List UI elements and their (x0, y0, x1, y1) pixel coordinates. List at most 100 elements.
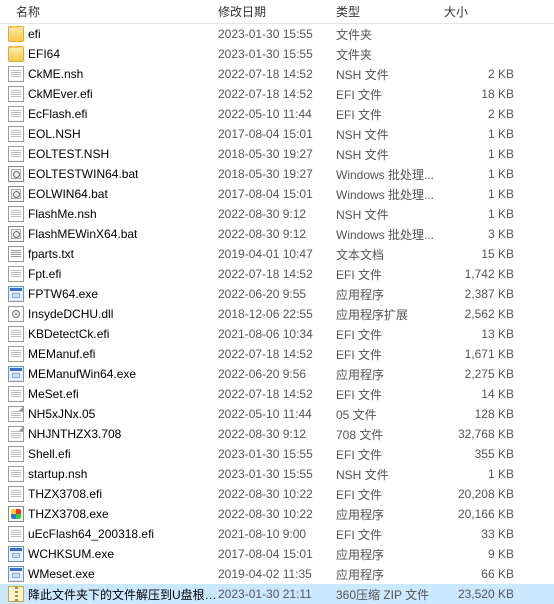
column-header-size[interactable]: 大小 (444, 0, 524, 24)
cell-type: EFI 文件 (336, 106, 444, 123)
table-row[interactable]: EFI642023-01-30 15:55文件夹 (0, 44, 554, 64)
cell-date: 2022-07-18 14:52 (218, 87, 336, 101)
cell-type: EFI 文件 (336, 346, 444, 363)
table-row[interactable]: fparts.txt 2019-04-01 10:47文本文档15 KB (0, 244, 554, 264)
table-row[interactable]: 降此文件夹下的文件解压到U盘根目录.zip2023-01-30 21:11360… (0, 584, 554, 604)
txt-icon (8, 246, 24, 262)
table-row[interactable]: NHJNTHZX3.7082022-08-30 9:12708 文件32,768… (0, 424, 554, 444)
table-row[interactable]: EOLTESTWIN64.bat2018-05-30 19:27Windows … (0, 164, 554, 184)
column-header-name[interactable]: 名称 (8, 0, 218, 24)
cell-name: InsydeDCHU.dll (8, 306, 218, 322)
cell-type: Windows 批处理... (336, 226, 444, 243)
file-name-label: MeSet.efi (28, 387, 79, 401)
cell-type: EFI 文件 (336, 526, 444, 543)
cell-name: efi (8, 26, 218, 42)
cell-name: MEManufWin64.exe (8, 366, 218, 382)
cell-date: 2022-08-30 10:22 (218, 487, 336, 501)
efi-icon (8, 386, 24, 402)
cell-name: THZX3708.exe (8, 506, 218, 522)
cell-size: 2,275 KB (444, 367, 524, 381)
folder-icon (8, 46, 24, 62)
table-row[interactable]: KBDetectCk.efi2021-08-06 10:34EFI 文件13 K… (0, 324, 554, 344)
nsh-icon (8, 206, 24, 222)
file-name-label: CkME.nsh (28, 67, 83, 81)
cell-date: 2022-06-20 9:56 (218, 367, 336, 381)
cell-size: 1 KB (444, 167, 524, 181)
cell-type: 文本文档 (336, 246, 444, 263)
cell-name: CkME.nsh (8, 66, 218, 82)
cell-size: 128 KB (444, 407, 524, 421)
cell-size: 355 KB (444, 447, 524, 461)
cell-name: Fpt.efi (8, 266, 218, 282)
table-row[interactable]: MeSet.efi2022-07-18 14:52EFI 文件14 KB (0, 384, 554, 404)
table-row[interactable]: startup.nsh2023-01-30 15:55NSH 文件1 KB (0, 464, 554, 484)
file-name-label: EOLWIN64.bat (28, 187, 108, 201)
cell-type: 应用程序 (336, 286, 444, 303)
bat-icon (8, 166, 24, 182)
table-row[interactable]: Fpt.efi2022-07-18 14:52EFI 文件1,742 KB (0, 264, 554, 284)
cell-type: EFI 文件 (336, 266, 444, 283)
table-row[interactable]: EOLWIN64.bat2017-08-04 15:01Windows 批处理.… (0, 184, 554, 204)
table-row[interactable]: Shell.efi2023-01-30 15:55EFI 文件355 KB (0, 444, 554, 464)
cell-name: THZX3708.efi (8, 486, 218, 502)
cell-name: EOLTESTWIN64.bat (8, 166, 218, 182)
cell-type: 360压缩 ZIP 文件 (336, 586, 444, 603)
cell-name: EFI64 (8, 46, 218, 62)
table-row[interactable]: EOLTEST.NSH2018-05-30 19:27NSH 文件1 KB (0, 144, 554, 164)
cell-date: 2022-05-10 11:44 (218, 407, 336, 421)
table-row[interactable]: FlashMEWinX64.bat2022-08-30 9:12Windows … (0, 224, 554, 244)
cell-date: 2017-08-04 15:01 (218, 187, 336, 201)
file-name-label: fparts.txt (28, 247, 74, 261)
cell-size: 1,742 KB (444, 267, 524, 281)
table-row[interactable]: CkME.nsh2022-07-18 14:52NSH 文件2 KB (0, 64, 554, 84)
efi-icon (8, 266, 24, 282)
cell-date: 2019-04-02 11:35 (218, 567, 336, 581)
cell-name: Shell.efi (8, 446, 218, 462)
cell-type: 文件夹 (336, 46, 444, 63)
cell-date: 2022-08-30 9:12 (218, 207, 336, 221)
cell-type: 05 文件 (336, 406, 444, 423)
table-row[interactable]: NH5xJNx.052022-05-10 11:4405 文件128 KB (0, 404, 554, 424)
cell-date: 2021-08-06 10:34 (218, 327, 336, 341)
table-row[interactable]: FlashMe.nsh2022-08-30 9:12NSH 文件1 KB (0, 204, 554, 224)
column-header-type[interactable]: 类型 (336, 0, 444, 24)
table-row[interactable]: InsydeDCHU.dll2018-12-06 22:55应用程序扩展2,56… (0, 304, 554, 324)
table-row[interactable]: THZX3708.efi2022-08-30 10:22EFI 文件20,208… (0, 484, 554, 504)
table-row[interactable]: THZX3708.exe2022-08-30 10:22应用程序20,166 K… (0, 504, 554, 524)
exe-icon (8, 566, 24, 582)
table-row[interactable]: efi2023-01-30 15:55文件夹 (0, 24, 554, 44)
table-row[interactable]: EOL.NSH2017-08-04 15:01NSH 文件1 KB (0, 124, 554, 144)
file-name-label: efi (28, 27, 41, 41)
cell-name: uEcFlash64_200318.efi (8, 526, 218, 542)
nsh-icon (8, 466, 24, 482)
cell-date: 2023-01-30 21:11 (218, 587, 336, 601)
efi-icon (8, 486, 24, 502)
table-row[interactable]: FPTW64.exe2022-06-20 9:55应用程序2,387 KB (0, 284, 554, 304)
cell-name: EcFlash.efi (8, 106, 218, 122)
table-row[interactable]: CkMEver.efi2022-07-18 14:52EFI 文件18 KB (0, 84, 554, 104)
cell-date: 2022-07-18 14:52 (218, 347, 336, 361)
table-row[interactable]: uEcFlash64_200318.efi2021-08-10 9:00EFI … (0, 524, 554, 544)
table-row[interactable]: MEManuf.efi2022-07-18 14:52EFI 文件1,671 K… (0, 344, 554, 364)
cell-date: 2018-05-30 19:27 (218, 147, 336, 161)
table-row[interactable]: WMeset.exe2019-04-02 11:35应用程序66 KB (0, 564, 554, 584)
cell-size: 1 KB (444, 147, 524, 161)
table-row[interactable]: MEManufWin64.exe2022-06-20 9:56应用程序2,275… (0, 364, 554, 384)
file-icon (8, 406, 24, 422)
cell-size: 15 KB (444, 247, 524, 261)
efi-icon (8, 106, 24, 122)
cell-name: CkMEver.efi (8, 86, 218, 102)
cell-date: 2018-12-06 22:55 (218, 307, 336, 321)
cell-type: EFI 文件 (336, 326, 444, 343)
cell-size: 33 KB (444, 527, 524, 541)
cell-date: 2019-04-01 10:47 (218, 247, 336, 261)
table-row[interactable]: EcFlash.efi2022-05-10 11:44EFI 文件2 KB (0, 104, 554, 124)
table-row[interactable]: WCHKSUM.exe2017-08-04 15:01应用程序9 KB (0, 544, 554, 564)
cell-date: 2021-08-10 9:00 (218, 527, 336, 541)
cell-name: WCHKSUM.exe (8, 546, 218, 562)
column-header-date[interactable]: 修改日期 (218, 0, 336, 24)
cell-name: FlashMe.nsh (8, 206, 218, 222)
zip-icon (8, 586, 24, 602)
file-list: efi2023-01-30 15:55文件夹EFI642023-01-30 15… (0, 24, 554, 604)
cell-type: 708 文件 (336, 426, 444, 443)
